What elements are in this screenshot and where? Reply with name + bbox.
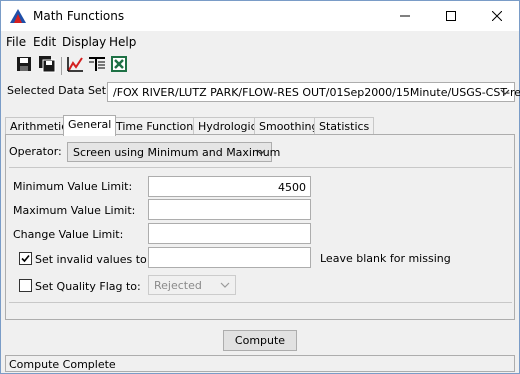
set-invalid-label: Set invalid values to: bbox=[35, 253, 151, 266]
chevron-down-icon bbox=[500, 89, 510, 95]
minimize-button[interactable] bbox=[382, 1, 428, 31]
max-value-label: Maximum Value Limit: bbox=[13, 204, 136, 217]
tab-general[interactable]: General bbox=[63, 115, 117, 136]
max-value-input[interactable] bbox=[148, 199, 311, 220]
tab-time-functions[interactable]: Time Functions bbox=[111, 117, 204, 135]
divider bbox=[9, 302, 512, 303]
excel-button[interactable] bbox=[110, 55, 130, 75]
min-value-text: 4500 bbox=[278, 181, 306, 194]
maximize-icon bbox=[446, 11, 456, 21]
chevron-down-icon bbox=[220, 282, 230, 288]
checkmark-icon bbox=[21, 254, 30, 263]
plot-button[interactable] bbox=[66, 55, 86, 75]
min-value-label: Minimum Value Limit: bbox=[13, 180, 133, 193]
tab-statistics[interactable]: Statistics bbox=[314, 117, 375, 135]
menu-display[interactable]: Display bbox=[62, 35, 106, 49]
set-invalid-checkbox[interactable] bbox=[19, 252, 32, 265]
menu-help[interactable]: Help bbox=[109, 35, 136, 49]
dataset-label: Selected Data Set: bbox=[7, 84, 110, 97]
close-button[interactable] bbox=[474, 1, 520, 31]
change-value-label: Change Value Limit: bbox=[13, 228, 124, 241]
compute-button[interactable]: Compute bbox=[223, 330, 297, 351]
menu-edit[interactable]: Edit bbox=[33, 35, 56, 49]
close-icon bbox=[492, 11, 502, 21]
maximize-button[interactable] bbox=[428, 1, 474, 31]
plot-icon bbox=[67, 57, 83, 72]
chevron-down-icon bbox=[256, 149, 266, 155]
excel-icon bbox=[111, 56, 127, 72]
set-quality-label: Set Quality Flag to: bbox=[35, 280, 141, 293]
save-as-icon bbox=[39, 56, 56, 73]
menu-bar: File Edit Display Help bbox=[1, 32, 519, 52]
divider bbox=[9, 167, 512, 168]
invalid-hint: Leave blank for missing bbox=[320, 252, 451, 265]
math-functions-window: Math Functions File Edit Display Help Se… bbox=[0, 0, 520, 374]
minimize-icon bbox=[400, 15, 410, 17]
window-title: Math Functions bbox=[33, 9, 125, 23]
save-as-button[interactable] bbox=[38, 55, 58, 75]
quality-flag-select: Rejected bbox=[148, 275, 236, 295]
set-quality-checkbox[interactable] bbox=[19, 279, 32, 292]
min-value-input[interactable]: 4500 bbox=[148, 176, 311, 197]
app-logo-icon bbox=[10, 9, 26, 23]
operator-value: Screen using Minimum and Maximum bbox=[73, 146, 281, 159]
operator-select[interactable]: Screen using Minimum and Maximum bbox=[67, 142, 280, 162]
menu-file[interactable]: File bbox=[6, 35, 26, 49]
change-value-input[interactable] bbox=[148, 223, 311, 244]
quality-flag-value: Rejected bbox=[154, 279, 202, 292]
save-icon bbox=[17, 57, 31, 71]
table-button[interactable] bbox=[88, 55, 108, 75]
invalid-value-input[interactable] bbox=[148, 247, 311, 268]
dataset-select[interactable]: /FOX RIVER/LUTZ PARK/FLOW-RES OUT/01Sep2… bbox=[107, 82, 520, 102]
table-icon bbox=[89, 57, 105, 71]
tab-hydrologic[interactable]: Hydrologic bbox=[193, 117, 262, 135]
save-button[interactable] bbox=[15, 55, 35, 75]
toolbar-separator bbox=[61, 57, 62, 75]
status-text: Compute Complete bbox=[9, 358, 116, 371]
status-bar: Compute Complete bbox=[5, 355, 515, 372]
dataset-value: /FOX RIVER/LUTZ PARK/FLOW-RES OUT/01Sep2… bbox=[113, 86, 520, 99]
title-bar: Math Functions bbox=[1, 1, 519, 31]
operator-label: Operator: bbox=[9, 145, 62, 158]
